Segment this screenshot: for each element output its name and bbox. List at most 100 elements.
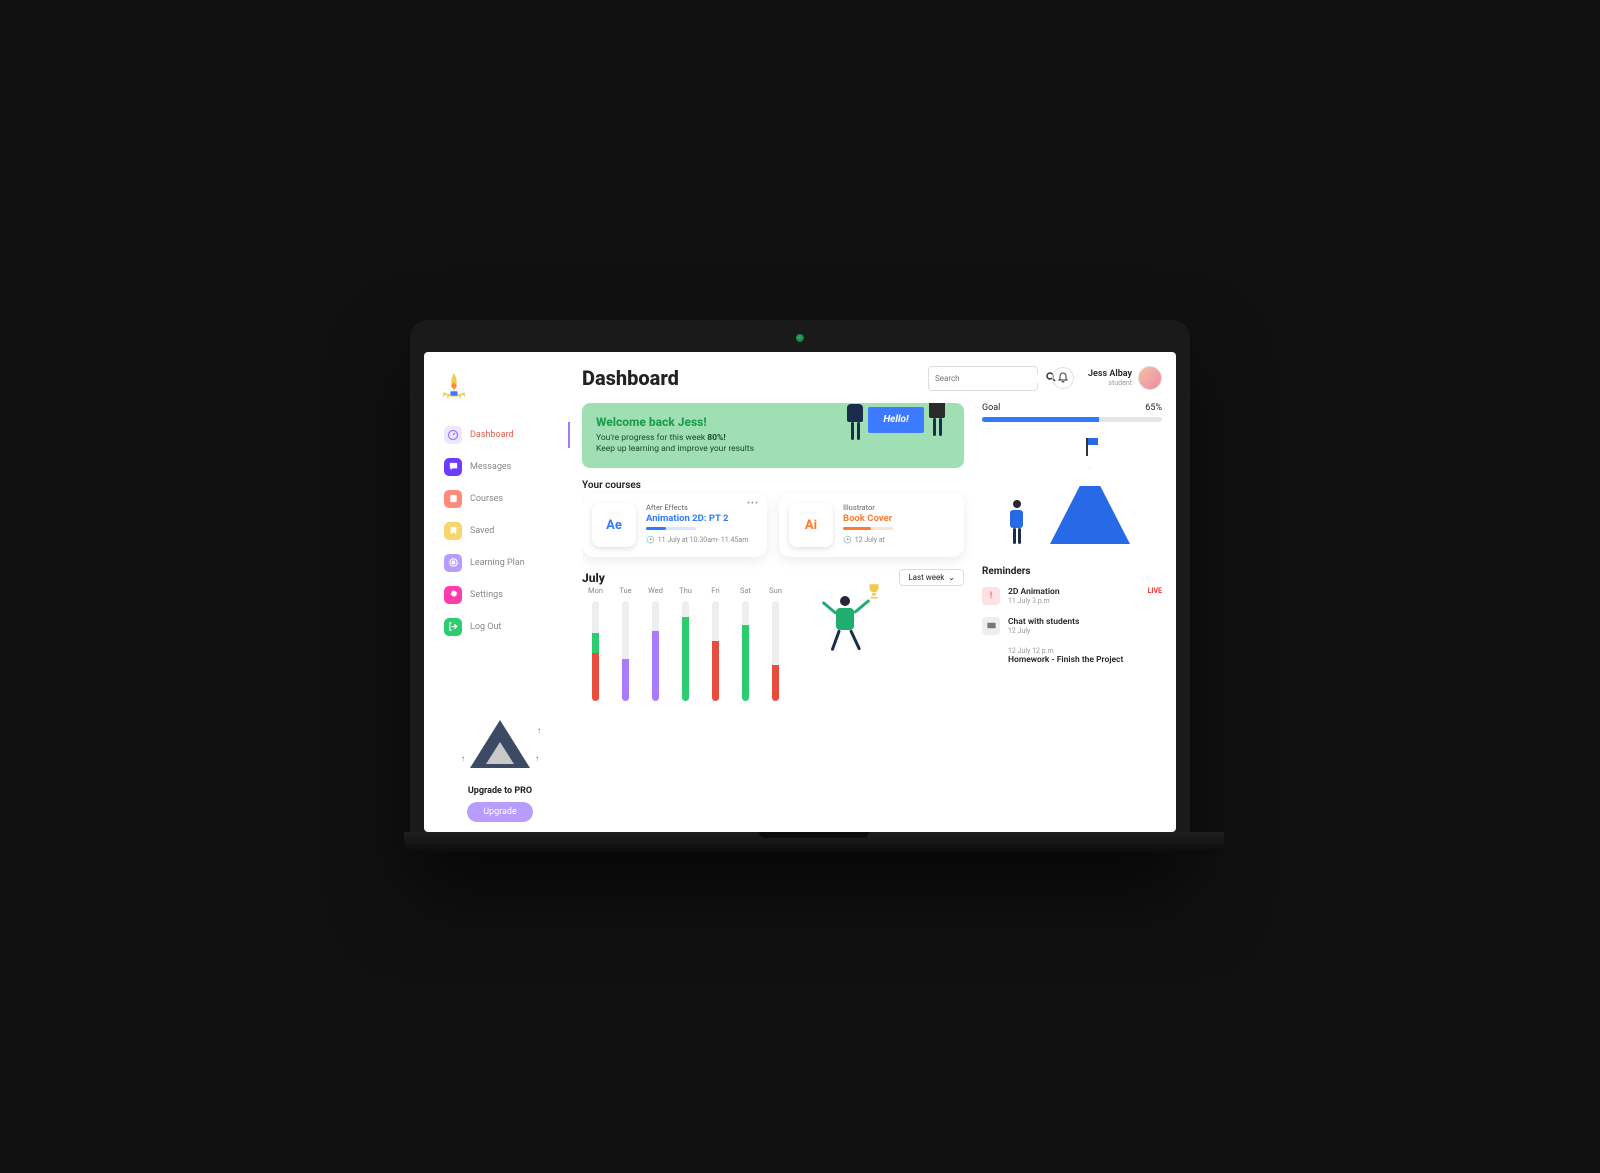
calendar-bar	[652, 601, 659, 701]
search-input[interactable]	[935, 374, 1045, 383]
calendar-range-select[interactable]: Last week ⌄	[899, 569, 964, 586]
course-more-icon[interactable]: •••	[747, 499, 759, 509]
sidebar-item-saved[interactable]: Saved	[436, 516, 564, 546]
course-app-icon: Ae	[592, 503, 636, 547]
chat-icon	[982, 617, 1000, 635]
reminder-item[interactable]: Chat with students 12 July	[982, 617, 1162, 635]
live-badge: LIVE	[1148, 587, 1162, 595]
welcome-illustration: Hello!	[834, 403, 954, 479]
celebration-illustration	[805, 586, 964, 701]
hiker-icon	[1010, 500, 1023, 544]
sidebar-item-dashboard[interactable]: Dashboard	[436, 420, 564, 450]
logout-icon	[444, 618, 462, 636]
topbar: Dashboard Jess Albay student	[582, 366, 1162, 391]
sidebar-item-courses[interactable]: Courses	[436, 484, 564, 514]
goal-pct: 65%	[1145, 403, 1162, 413]
reminders-title: Reminders	[982, 566, 1162, 577]
calendar-day-label: Tue	[619, 586, 631, 595]
calendar-chart: Mon Tue Wed Thu Fri Sat Sun	[582, 586, 789, 701]
user-name: Jess Albay	[1088, 369, 1132, 379]
clock-icon: 🕒	[646, 536, 655, 544]
laptop-base	[404, 832, 1224, 854]
gear-icon	[444, 586, 462, 604]
target-icon	[444, 554, 462, 572]
calendar-day-label: Fri	[711, 586, 719, 595]
reminder-item[interactable]: ! 2D Animation 11 July 3 p.m LIVE	[982, 587, 1162, 605]
upgrade-promo: ↑ ↑ ↑ Upgrade to PRO Upgrade	[436, 720, 564, 822]
calendar-day-col: Fri	[702, 586, 729, 701]
avatar	[1138, 366, 1162, 390]
center-column: Welcome back Jess! You're progress for t…	[582, 403, 964, 832]
course-name: Animation 2D: PT 2	[646, 513, 757, 524]
sidebar: Dashboard Messages Courses	[424, 352, 574, 832]
notifications-button[interactable]	[1052, 367, 1074, 389]
course-progress	[843, 527, 893, 530]
sidebar-item-logout[interactable]: Log Out	[436, 612, 564, 642]
reminder-item[interactable]: 12 July 12 p.m Homework - Finish the Pro…	[982, 647, 1162, 665]
sidebar-item-learning-plan[interactable]: Learning Plan	[436, 548, 564, 578]
right-column: Goal 65%	[982, 403, 1162, 832]
course-progress	[646, 527, 696, 530]
calendar-day-col: Wed	[642, 586, 669, 701]
welcome-sign: Hello!	[868, 407, 924, 433]
reminder-title: Chat with students	[1008, 617, 1162, 627]
clock-icon: 🕒	[843, 536, 852, 544]
promo-illustration: ↑ ↑ ↑	[465, 720, 535, 780]
goal-illustration	[982, 434, 1162, 554]
calendar-bar	[622, 601, 629, 701]
user-menu[interactable]: Jess Albay student	[1088, 366, 1162, 390]
calendar-bar	[592, 601, 599, 701]
blank-icon	[982, 647, 1000, 665]
chevron-down-icon: ⌄	[948, 573, 955, 582]
calendar-day-col: Thu	[672, 586, 699, 701]
goal-panel: Goal 65%	[982, 403, 1162, 554]
course-card[interactable]: Ae ••• After Effects Animation 2D: PT 2 …	[582, 493, 767, 557]
course-app: After Effects	[646, 503, 757, 512]
calendar-bar	[772, 601, 779, 701]
calendar-day-label: Wed	[648, 586, 663, 595]
course-card[interactable]: Ai Illustrator Book Cover 🕒 12 July at	[779, 493, 964, 557]
main: Dashboard Jess Albay student	[574, 352, 1176, 832]
gauge-icon	[444, 426, 462, 444]
course-time: 🕒 11 July at 10.30am- 11.45am	[646, 536, 757, 544]
welcome-banner: Welcome back Jess! You're progress for t…	[582, 403, 964, 469]
goal-label: Goal	[982, 403, 1000, 413]
sidebar-item-label: Settings	[470, 590, 503, 600]
course-app-icon: Ai	[789, 503, 833, 547]
reminders-panel: Reminders ! 2D Animation 11 July 3 p.m L…	[982, 566, 1162, 677]
calendar-month: July	[582, 571, 605, 585]
calendar-day-label: Sun	[769, 586, 782, 595]
sidebar-item-label: Messages	[470, 462, 511, 472]
sidebar-item-label: Saved	[470, 526, 494, 536]
courses-row: Ae ••• After Effects Animation 2D: PT 2 …	[582, 493, 964, 557]
sidebar-item-label: Courses	[470, 494, 503, 504]
app-screen: Dashboard Messages Courses	[424, 352, 1176, 832]
page-title: Dashboard	[582, 366, 914, 390]
goal-progress	[982, 417, 1162, 422]
calendar-day-col: Sat	[732, 586, 759, 701]
calendar-day-col: Sun	[762, 586, 789, 701]
laptop-frame: Dashboard Messages Courses	[410, 320, 1190, 854]
calendar-bar	[712, 601, 719, 701]
calendar-day-label: Thu	[679, 586, 692, 595]
camera-dot	[796, 334, 804, 342]
calendar-bar	[742, 601, 749, 701]
alert-icon: !	[982, 587, 1000, 605]
search-box[interactable]	[928, 366, 1038, 391]
trophy-icon	[865, 582, 883, 600]
reminder-time: 12 July 12 p.m	[1008, 647, 1162, 655]
promo-title: Upgrade to PRO	[436, 786, 564, 796]
course-app: Illustrator	[843, 503, 954, 512]
upgrade-button[interactable]: Upgrade	[467, 802, 533, 822]
sidebar-item-label: Learning Plan	[470, 558, 525, 568]
sidebar-nav: Dashboard Messages Courses	[436, 420, 564, 642]
sidebar-item-label: Dashboard	[470, 430, 514, 440]
reminder-time: 11 July 3 p.m	[1008, 597, 1140, 605]
course-name: Book Cover	[843, 513, 954, 524]
book-icon	[444, 490, 462, 508]
calendar-day-label: Mon	[588, 586, 603, 595]
sidebar-item-settings[interactable]: Settings	[436, 580, 564, 610]
calendar-day-col: Mon	[582, 586, 609, 701]
course-time: 🕒 12 July at	[843, 536, 954, 544]
sidebar-item-messages[interactable]: Messages	[436, 452, 564, 482]
